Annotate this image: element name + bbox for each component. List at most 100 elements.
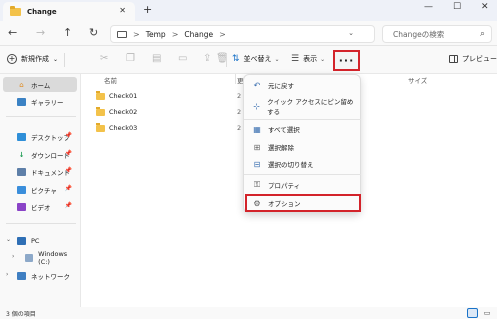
- tab-change[interactable]: Change ✕: [3, 2, 135, 21]
- folder-icon: [96, 122, 105, 132]
- new-tab-button[interactable]: +: [143, 3, 152, 16]
- minimize-button[interactable]: —: [424, 2, 433, 12]
- chevron-down-icon: ⌄: [320, 55, 326, 63]
- network-icon: [17, 271, 26, 280]
- sidebar-item-home[interactable]: ⌂ ホーム: [3, 77, 77, 92]
- close-window-button[interactable]: ✕: [481, 2, 489, 12]
- menu-divider: [244, 119, 361, 120]
- sort-button[interactable]: ⇅ 並べ替え ⌄: [232, 54, 280, 64]
- tiles-view-icon[interactable]: ▭: [482, 308, 492, 318]
- search-input[interactable]: Changeの検索 ⌕: [382, 25, 492, 43]
- sidebar-item-documents[interactable]: ドキュメント 📌: [3, 164, 77, 179]
- sidebar-item-pc[interactable]: ⌄ PC: [3, 233, 77, 248]
- sidebar-item-pictures[interactable]: ピクチャ 📌: [3, 182, 77, 197]
- menu-item-select-all[interactable]: ▦ すべて選択: [248, 122, 358, 136]
- refresh-button[interactable]: ↻: [89, 27, 98, 38]
- sidebar-item-label: ビデオ: [31, 203, 51, 212]
- more-options-button[interactable]: ···: [333, 50, 360, 71]
- file-date: 2: [237, 124, 242, 132]
- file-name: Check02: [109, 108, 138, 116]
- divider: [6, 223, 76, 224]
- list-item[interactable]: Check01: [96, 90, 137, 102]
- breadcrumb-change[interactable]: Change: [184, 30, 213, 39]
- copy-icon[interactable]: ❐: [126, 53, 135, 64]
- address-bar[interactable]: > Temp > Change > ⌄: [110, 25, 375, 43]
- view-button[interactable]: ☰ 表示 ⌄: [291, 54, 325, 64]
- invert-selection-icon: ⊟: [253, 159, 261, 169]
- chevron-down-icon[interactable]: ⌄: [348, 29, 354, 37]
- menu-item-label: クイック アクセスにピン留めする: [267, 98, 354, 116]
- pin-icon[interactable]: 📌: [65, 167, 72, 174]
- sidebar-item-gallery[interactable]: ギャラリー: [3, 94, 77, 109]
- cut-icon[interactable]: ✂: [100, 53, 108, 64]
- column-header-name[interactable]: 名前: [104, 75, 117, 85]
- home-icon: ⌂: [19, 80, 24, 89]
- sidebar-item-windows-c[interactable]: › Windows (C:): [3, 250, 77, 266]
- pin-icon: ⊹: [253, 101, 260, 111]
- chevron-right-icon[interactable]: ›: [12, 253, 14, 260]
- paste-icon[interactable]: ▤: [152, 53, 161, 64]
- menu-item-options[interactable]: ⚙ オプション: [245, 194, 361, 212]
- select-none-icon: ⊞: [253, 142, 261, 152]
- sidebar-item-downloads[interactable]: ↓ ダウンロード 📌: [3, 147, 77, 162]
- download-icon: ↓: [18, 150, 25, 159]
- view-icon: ☰: [291, 54, 300, 64]
- pin-icon[interactable]: 📌: [65, 132, 72, 139]
- back-button[interactable]: ←: [8, 27, 17, 38]
- new-button-label: 新規作成: [21, 55, 49, 63]
- file-name: Check03: [109, 124, 138, 132]
- folder-icon: [96, 90, 105, 100]
- pin-icon[interactable]: 📌: [65, 185, 72, 192]
- menu-item-label: プロパティ: [268, 182, 301, 190]
- chevron-down-icon[interactable]: ⌄: [6, 236, 11, 243]
- pin-icon[interactable]: 📌: [65, 202, 72, 209]
- sidebar-item-label: ギャラリー: [31, 98, 64, 107]
- column-header-size[interactable]: サイズ: [408, 75, 427, 85]
- divider: [6, 116, 76, 117]
- title-bar: Change ✕ + — ☐ ✕: [0, 0, 497, 21]
- menu-item-invert-selection[interactable]: ⊟ 選択の切り替え: [248, 157, 358, 171]
- file-date: 2: [237, 108, 242, 116]
- sidebar-item-network[interactable]: › ネットワーク: [3, 268, 77, 283]
- column-divider[interactable]: [235, 74, 236, 84]
- menu-item-properties[interactable]: ⚿ プロパティ: [248, 178, 358, 192]
- up-button[interactable]: ↑: [63, 27, 72, 38]
- pin-icon[interactable]: 📌: [65, 150, 72, 157]
- list-item[interactable]: Check03: [96, 122, 137, 134]
- menu-item-label: オプション: [268, 200, 301, 208]
- forward-button[interactable]: →: [36, 27, 45, 38]
- share-icon[interactable]: ⇪: [203, 53, 211, 64]
- command-bar: + 新規作成 ⌄ ✂ ❐ ▤ ▭ ⇪ 🗑 ⇅ 並べ替え ⌄ ☰ 表示 ⌄ ···…: [0, 46, 497, 74]
- sidebar-item-desktop[interactable]: デスクトップ 📌: [3, 129, 77, 144]
- new-button[interactable]: + 新規作成 ⌄: [7, 54, 58, 64]
- menu-item-select-none[interactable]: ⊞ 選択解除: [248, 140, 358, 154]
- menu-item-pin-quick-access[interactable]: ⊹ クイック アクセスにピン留めする: [248, 98, 358, 116]
- chevron-right-icon[interactable]: ›: [6, 271, 8, 278]
- breadcrumb-separator: >: [171, 29, 179, 39]
- list-item[interactable]: Check02: [96, 106, 137, 118]
- more-options-menu: ↶ 元に戻す ⊹ クイック アクセスにピン留めする ▦ すべて選択 ⊞ 選択解除…: [243, 74, 361, 213]
- sort-label: 並べ替え: [243, 55, 272, 63]
- navigation-pane: ⌂ ホーム ギャラリー デスクトップ 📌 ↓ ダウンロード 📌 ドキュメント 📌…: [0, 74, 81, 307]
- item-count: 3 個の項目: [6, 311, 36, 318]
- drive-icon: [25, 253, 34, 262]
- close-tab-icon[interactable]: ✕: [119, 6, 126, 15]
- pc-icon: [17, 236, 26, 245]
- sidebar-item-label: ピクチャ: [31, 186, 57, 195]
- address-row: ← → ↑ ↻ > Temp > Change > ⌄ Changeの検索 ⌕: [0, 21, 497, 46]
- undo-icon: ↶: [253, 80, 261, 90]
- preview-pane-icon: [449, 55, 458, 63]
- rename-icon[interactable]: ▭: [178, 53, 187, 64]
- preview-button[interactable]: プレビュー: [449, 54, 497, 64]
- menu-item-undo[interactable]: ↶ 元に戻す: [248, 78, 358, 92]
- document-icon: [17, 167, 26, 176]
- menu-divider: [244, 174, 361, 175]
- file-date: 2: [237, 92, 242, 100]
- menu-item-label: 元に戻す: [268, 82, 294, 90]
- breadcrumb-temp[interactable]: Temp: [146, 30, 166, 39]
- sidebar-item-videos[interactable]: ビデオ 📌: [3, 199, 77, 214]
- details-view-icon[interactable]: [467, 308, 478, 318]
- pc-icon: [117, 30, 127, 38]
- tab-title: Change: [27, 7, 57, 16]
- maximize-button[interactable]: ☐: [453, 2, 461, 12]
